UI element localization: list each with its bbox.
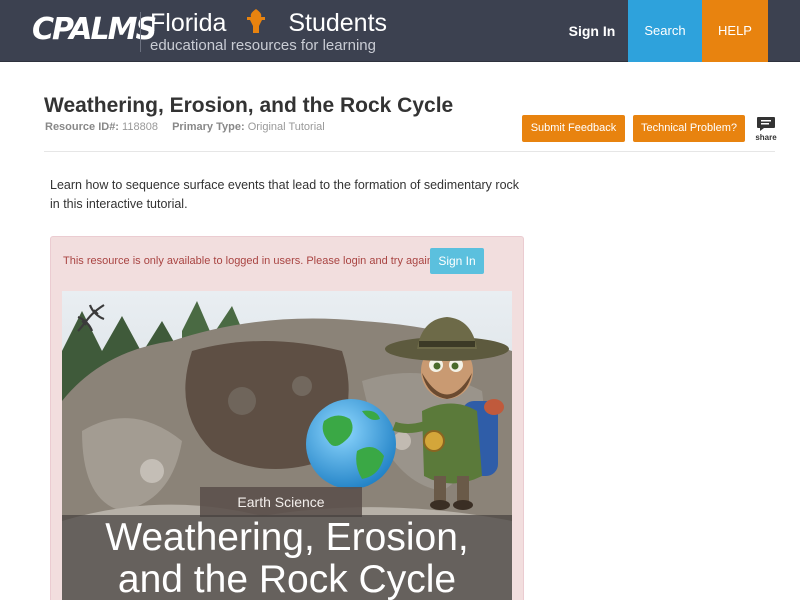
tutorial-preview-image[interactable]: Earth Science Weathering, Erosion, and t…	[62, 291, 512, 600]
page-title: Weathering, Erosion, and the Rock Cycle	[44, 94, 454, 117]
torch-icon	[247, 9, 266, 33]
primary-type-value: Original Tutorial	[247, 121, 325, 133]
brand-subtitle: educational resources for learning	[150, 37, 376, 54]
resource-id-label: Resource ID#:	[45, 121, 119, 133]
nav-search-button[interactable]: Search	[628, 0, 702, 62]
resource-meta: Resource ID#: 118808 Primary Type: Origi…	[45, 121, 325, 133]
alert-signin-button[interactable]: Sign In	[430, 248, 484, 274]
technical-problem-button[interactable]: Technical Problem?	[633, 115, 745, 142]
nav-help-button[interactable]: HELP	[702, 0, 768, 62]
title-divider	[44, 151, 775, 152]
submit-feedback-button[interactable]: Submit Feedback	[522, 115, 625, 142]
share-button[interactable]: share	[754, 116, 778, 146]
share-label: share	[755, 133, 777, 142]
brand-title-florida: Florida	[150, 9, 227, 37]
brand-title[interactable]: Florida Students	[150, 8, 387, 38]
brand-title-students: Students	[288, 9, 388, 37]
nav-signin-link[interactable]: Sign In	[556, 0, 628, 62]
primary-type-label: Primary Type:	[172, 121, 245, 133]
resource-description: Learn how to sequence surface events tha…	[50, 178, 520, 211]
resource-id-value: 118808	[122, 121, 158, 133]
globe-illustration	[306, 399, 396, 489]
hero-title-line2: and the Rock Cycle	[117, 558, 457, 600]
subject-tag: Earth Science	[200, 487, 362, 517]
hero-title-line1: Weathering, Erosion,	[105, 516, 469, 559]
logo-divider	[140, 12, 141, 52]
share-icon	[757, 117, 775, 131]
cpalms-logo[interactable]: CPALMS	[32, 12, 157, 47]
site-header: CPALMS Florida Students educational reso…	[0, 0, 800, 62]
login-required-message: This resource is only available to logge…	[63, 255, 436, 267]
hero-title: Weathering, Erosion, and the Rock Cycle	[62, 517, 512, 600]
dna-icon	[77, 304, 105, 332]
